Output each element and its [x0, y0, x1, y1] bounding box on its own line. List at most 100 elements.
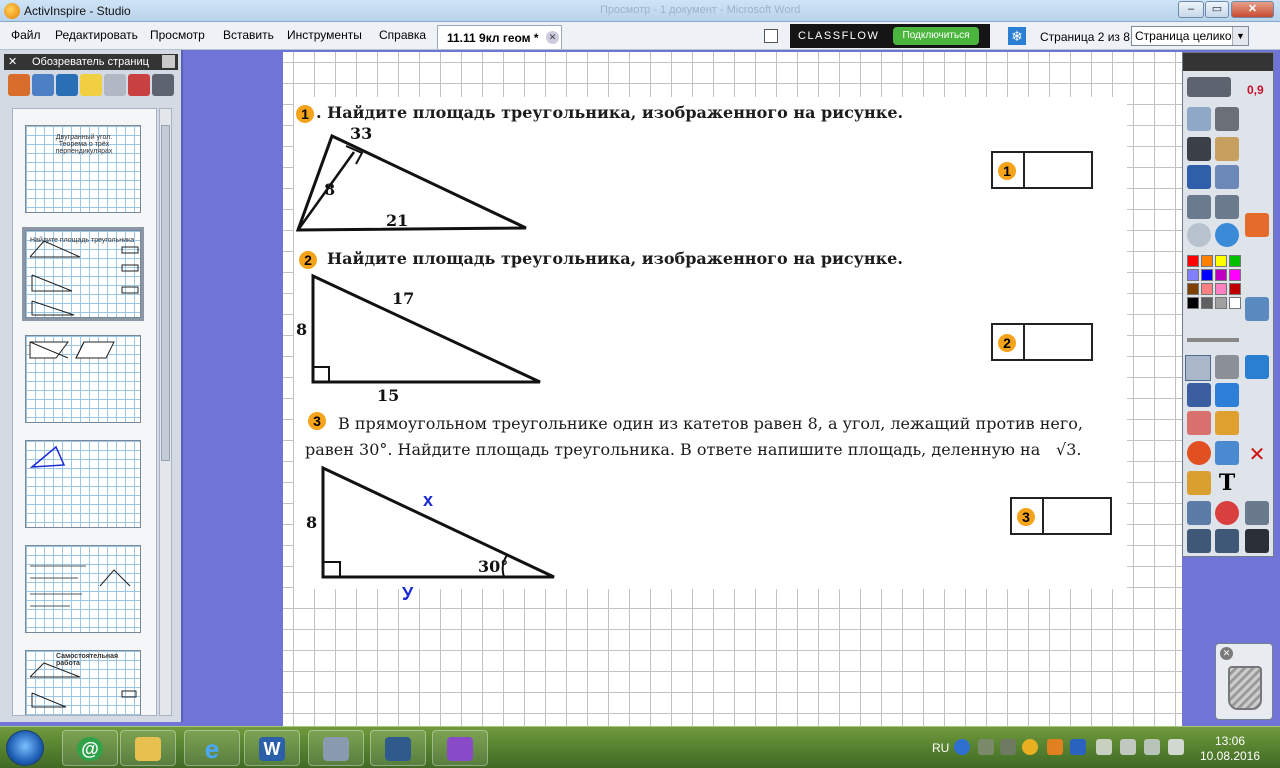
chevron-down-icon[interactable]: ▼: [1232, 27, 1248, 45]
annotate-icon[interactable]: [1187, 165, 1211, 189]
zoom-select[interactable]: Страница целиком ▼: [1131, 26, 1249, 46]
pen-icon[interactable]: [1187, 383, 1211, 407]
color-swatch[interactable]: [1229, 283, 1241, 295]
language-indicator[interactable]: RU: [932, 741, 949, 755]
color-swatch[interactable]: [1187, 297, 1199, 309]
page-thumbnail-5[interactable]: [25, 545, 141, 633]
tray-app-icon[interactable]: [1047, 739, 1063, 755]
paste-icon[interactable]: [1245, 501, 1269, 525]
close-button[interactable]: ✕: [1231, 1, 1274, 18]
taskbar-activinspire-pen[interactable]: [308, 730, 364, 766]
undo-icon[interactable]: [1187, 529, 1211, 553]
redo-icon[interactable]: [1215, 529, 1239, 553]
battery-icon[interactable]: [1168, 739, 1184, 755]
answer-box-3[interactable]: 3: [1010, 497, 1112, 535]
volume-icon[interactable]: [1096, 739, 1112, 755]
page-browser-tool-icon[interactable]: [8, 74, 30, 96]
color-swatch[interactable]: [1229, 255, 1241, 267]
handwriting-icon[interactable]: [1187, 471, 1211, 495]
snowflake-icon[interactable]: ❄: [1008, 27, 1026, 45]
start-button[interactable]: [6, 730, 44, 766]
connector-icon[interactable]: [1215, 441, 1239, 465]
maximize-button[interactable]: ▭: [1205, 1, 1229, 18]
menu-insert[interactable]: Вставить: [223, 28, 274, 42]
network-icon[interactable]: [978, 739, 994, 755]
clear-icon[interactable]: [1187, 501, 1211, 525]
delete-icon[interactable]: ✕: [1245, 443, 1269, 467]
select-tool-icon[interactable]: [1185, 355, 1211, 381]
flipchart-icon[interactable]: [1187, 107, 1211, 131]
shape-tool-icon[interactable]: [1245, 213, 1269, 237]
color-swatch[interactable]: [1215, 297, 1227, 309]
color-swatch[interactable]: [1229, 269, 1241, 281]
web-icon[interactable]: [1215, 223, 1239, 247]
menu-help[interactable]: Справка: [379, 28, 426, 42]
color-swatch[interactable]: [1187, 255, 1199, 267]
magnifier-icon[interactable]: [1215, 107, 1239, 131]
scrollbar-thumb[interactable]: [161, 125, 170, 461]
menu-file[interactable]: Файл: [11, 28, 41, 42]
answer-box-2[interactable]: 2: [991, 323, 1093, 361]
highlighter-icon[interactable]: [1215, 383, 1239, 407]
play-icon[interactable]: [1187, 223, 1211, 247]
profile-icon[interactable]: [1215, 137, 1239, 161]
dual-user-icon[interactable]: [1215, 355, 1239, 379]
object-browser-icon[interactable]: [56, 74, 78, 96]
flag-icon[interactable]: [1120, 739, 1136, 755]
thumbnail-scrollbar[interactable]: [159, 108, 172, 716]
pen-width-slider[interactable]: [1187, 338, 1239, 342]
color-swatch[interactable]: [1201, 297, 1213, 309]
taskbar-ie[interactable]: e: [184, 730, 240, 766]
taskbar-explorer[interactable]: [120, 730, 176, 766]
close-icon[interactable]: ✕: [1220, 647, 1233, 660]
connect-button[interactable]: Подключиться: [893, 27, 979, 45]
color-swatch[interactable]: [1215, 283, 1227, 295]
action-browser-icon[interactable]: [128, 74, 150, 96]
notes-browser-icon[interactable]: [80, 74, 102, 96]
export-icon[interactable]: [1187, 77, 1231, 97]
color-swatch[interactable]: [1201, 269, 1213, 281]
close-icon[interactable]: ✕: [8, 55, 17, 68]
help-icon[interactable]: [954, 739, 970, 755]
color-swatch[interactable]: [1229, 297, 1241, 309]
shape-icon[interactable]: [1187, 441, 1211, 465]
page-thumbnail-2[interactable]: Найдите площадь треугольника: [22, 227, 144, 321]
page-thumbnail-4[interactable]: [25, 440, 141, 528]
color-swatch[interactable]: [1201, 255, 1213, 267]
mail-tray-icon[interactable]: [1022, 739, 1038, 755]
colour-picker-icon[interactable]: [1245, 297, 1269, 321]
previous-page-icon[interactable]: [1187, 195, 1211, 219]
pen-tray-icon[interactable]: [1000, 739, 1016, 755]
tools-icon[interactable]: [1215, 165, 1239, 189]
next-page-icon[interactable]: [1215, 195, 1239, 219]
snowflake-tool-icon[interactable]: [1245, 355, 1269, 379]
trash-bin-icon[interactable]: [1228, 666, 1262, 710]
answer-box-1[interactable]: 1: [991, 151, 1093, 189]
menu-view[interactable]: Просмотр: [150, 28, 205, 42]
menu-tools[interactable]: Инструменты: [287, 28, 362, 42]
clock[interactable]: 13:06 10.08.2016: [1198, 734, 1262, 764]
page-thumbnail-3[interactable]: [25, 335, 141, 423]
color-swatch[interactable]: [1187, 283, 1199, 295]
taskbar-activinspire[interactable]: [432, 730, 488, 766]
voting-browser-icon[interactable]: [152, 74, 174, 96]
save-icon[interactable]: [1245, 529, 1269, 553]
page-thumbnail-6[interactable]: Самостоятельная работа: [25, 650, 141, 715]
eraser-icon[interactable]: [1187, 411, 1211, 435]
pin-icon[interactable]: [162, 55, 175, 68]
color-swatch[interactable]: [1201, 283, 1213, 295]
color-swatch[interactable]: [1187, 269, 1199, 281]
trash-panel[interactable]: ✕: [1215, 643, 1273, 720]
desktop-icon[interactable]: [1187, 137, 1211, 161]
property-browser-icon[interactable]: [104, 74, 126, 96]
close-tab-icon[interactable]: ✕: [546, 31, 559, 44]
bluetooth-icon[interactable]: [1070, 739, 1086, 755]
taskbar-word[interactable]: W: [244, 730, 300, 766]
menu-edit[interactable]: Редактировать: [55, 28, 138, 42]
page-thumbnail-1[interactable]: Двугранный угол. Теорема о трёх перпенди…: [25, 125, 141, 213]
taskbar-mail-agent[interactable]: @: [62, 730, 118, 766]
minimize-button[interactable]: –: [1178, 1, 1204, 18]
page-icon[interactable]: [764, 29, 778, 43]
fill-icon[interactable]: [1215, 411, 1239, 435]
display-icon[interactable]: [1144, 739, 1160, 755]
